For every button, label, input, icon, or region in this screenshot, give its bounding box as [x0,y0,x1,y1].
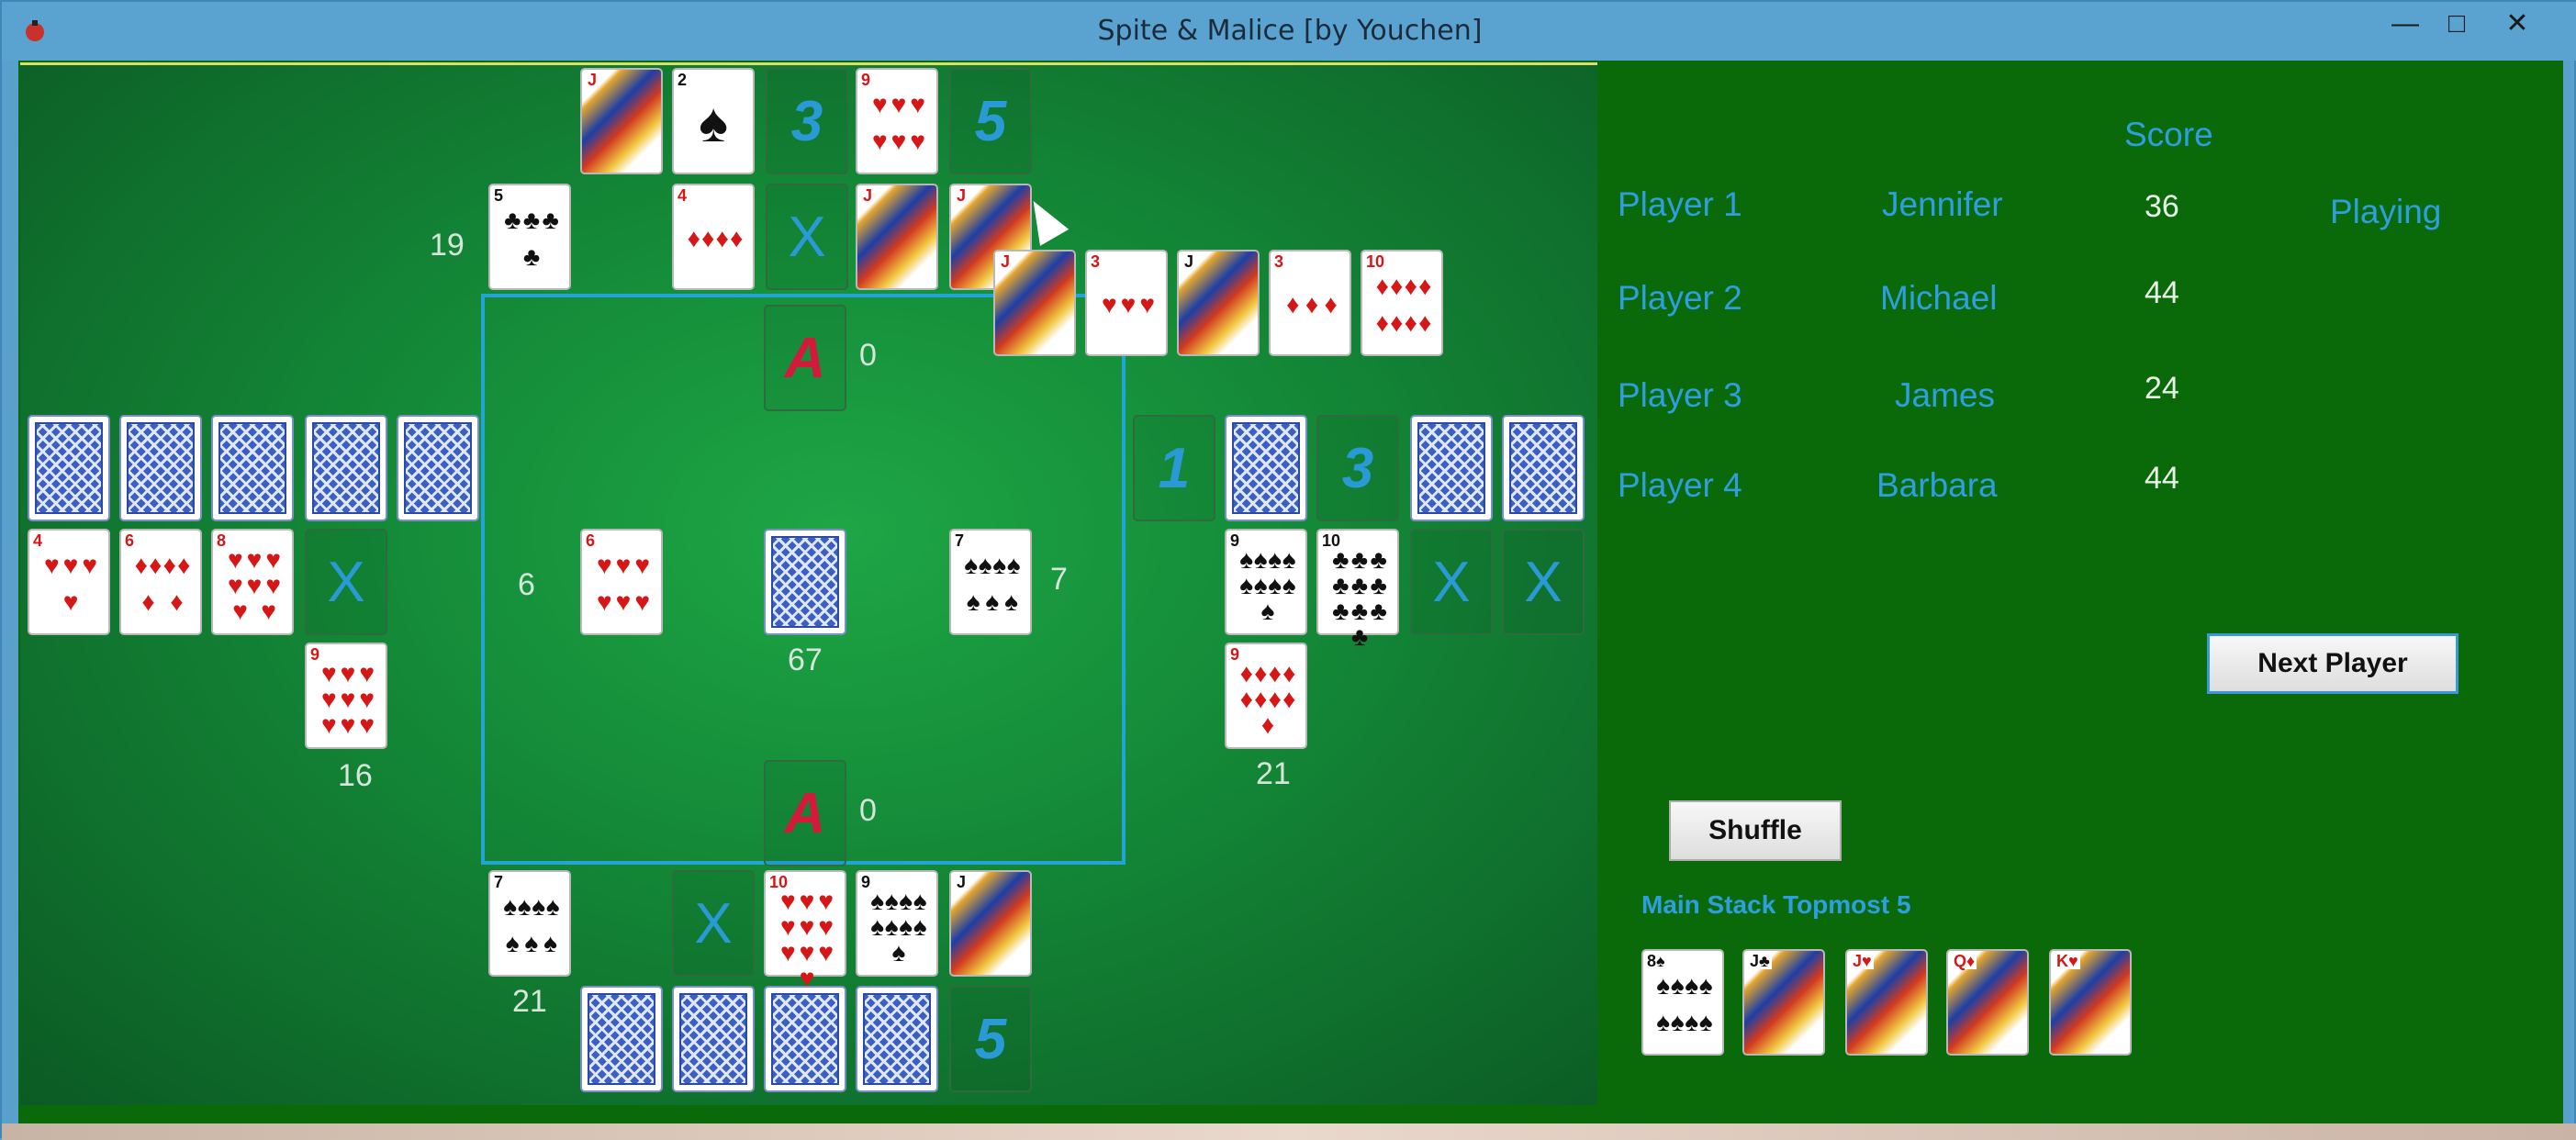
main-stack-card-3[interactable]: J♥ [1845,949,1928,1056]
bottom-player-count: 21 [512,984,547,1019]
card-right-nine-spades[interactable]: 9 ♠ ♠ ♠ ♠ ♠ ♠ ♠ ♠ ♠ [1225,529,1307,635]
left-card-back-3[interactable] [211,415,294,521]
game-window: Spite & Malice [by Youchen] — □ ✕ J 2 ♠ 3… [0,0,2576,1140]
maximize-button[interactable]: □ [2429,6,2484,42]
player-1-status: Playing [2330,193,2442,230]
bottom-card-back-1[interactable] [580,986,663,1092]
player-4-label: Player 4 [1618,466,1742,504]
card-top-five-clubs[interactable]: 5 ♣ ♣ ♣ ♣ [488,184,571,290]
window-title: Spite & Malice [by Youchen] [1097,15,1483,47]
card-bottom-jack[interactable]: J [949,870,1032,977]
bottom-card-back-4[interactable] [856,986,938,1092]
slot-top-x[interactable]: X [766,184,848,290]
hand-card-jack-2[interactable]: J [1177,250,1260,356]
player-1-name: Jennifer [1882,185,2003,223]
left-card-back-4[interactable] [305,415,387,521]
desktop-strip [2,1123,2576,1140]
card-top-jack-2[interactable]: J [856,184,938,290]
title-bar: Spite & Malice [by Youchen] — □ ✕ [2,2,2576,61]
hand-card-ten-diamonds[interactable]: 10 ♦ ♦ ♦ ♦ ♦ ♦ ♦ ♦ [1361,250,1443,356]
main-stack-card-4[interactable]: Q♦ [1946,949,2029,1056]
player-3-name: James [1895,376,1995,414]
deck-count: 67 [788,643,823,677]
player-1-label: Player 1 [1618,185,1742,223]
slot-right-x-2[interactable]: X [1502,529,1585,635]
slot-left-x[interactable]: X [305,529,387,635]
player-4-name: Barbara [1876,466,1998,504]
player-3-label: Player 3 [1618,376,1742,414]
player-2-label: Player 2 [1618,279,1742,317]
player-4-score: 44 [2145,461,2179,496]
card-right-ten-clubs[interactable]: 10 ♣ ♣ ♣ ♣ ♣ ♣ ♣ ♣ ♣ ♣ [1316,529,1399,650]
draw-deck[interactable] [764,529,846,635]
card-bottom-seven-spades[interactable]: 7 ♠ ♠ ♠ ♠ ♠ ♠ ♠ [488,870,571,977]
card-left-eight-hearts[interactable]: 8 ♥ ♥ ♥ ♥ ♥ ♥ ♥ ♥ [211,529,294,635]
card-top-jack[interactable]: J [580,68,663,174]
card-top-four-diamonds[interactable]: 4 ♦ ♦ ♦ ♦ [672,184,755,290]
right-card-back-3[interactable] [1502,415,1585,521]
next-player-button[interactable]: Next Player [2207,633,2458,694]
center-card-six-hearts[interactable]: 6 ♥ ♥ ♥ ♥ ♥ ♥ [580,529,663,635]
bottom-ace-count: 0 [859,793,877,828]
card-top-two-spades[interactable]: 2 ♠ [672,68,755,174]
score-header: Score [2124,116,2213,153]
main-stack-card-1[interactable]: 8♠ ♠ ♠ ♠ ♠ ♠ ♠ ♠ ♠ [1641,949,1724,1056]
player-3-score: 24 [2145,371,2179,406]
center-left-count: 6 [518,567,535,602]
slot-right-x-1[interactable]: X [1410,529,1493,635]
right-card-back-2[interactable] [1410,415,1493,521]
slot-one[interactable]: 1 [1133,415,1215,521]
top-player-count: 19 [430,228,465,263]
slot-five[interactable]: 5 [949,68,1032,174]
card-bottom-nine-spades[interactable]: 9 ♠ ♠ ♠ ♠ ♠ ♠ ♠ ♠ ♠ [856,870,938,977]
close-button[interactable]: ✕ [2490,6,2545,42]
slot-bottom-x[interactable]: X [672,870,755,977]
left-card-back-2[interactable] [119,415,202,521]
hand-card-jack[interactable]: J [993,250,1076,356]
player-2-name: Michael [1880,279,1998,317]
right-card-back-1[interactable] [1225,415,1307,521]
card-left-four-hearts[interactable]: 4 ♥ ♥ ♥ ♥ [28,529,110,635]
slot-right-three[interactable]: 3 [1316,415,1399,521]
table-edge [20,62,1597,65]
center-right-count: 7 [1050,562,1068,597]
minimize-button[interactable]: — [2378,6,2433,42]
slot-three[interactable]: 3 [766,68,848,174]
card-left-six-diamonds[interactable]: 6 ♦ ♦ ♦ ♦ ♦ ♦ [119,529,202,635]
bottom-card-back-3[interactable] [764,986,846,1092]
hand-card-three-hearts[interactable]: 3 ♥ ♥ ♥ [1085,250,1168,356]
top-ace-count: 0 [859,338,877,373]
left-player-count: 16 [338,758,373,793]
main-stack-label: Main Stack Topmost 5 [1641,890,1911,919]
player-1-score: 36 [2145,189,2179,224]
card-bottom-ten-hearts[interactable]: 10 ♥ ♥ ♥ ♥ ♥ ♥ ♥ ♥ ♥ ♥ [764,870,846,991]
main-stack-card-5[interactable]: K♥ [2049,949,2132,1056]
bottom-card-back-2[interactable] [672,986,755,1092]
left-card-back-1[interactable] [28,415,110,521]
shuffle-button[interactable]: Shuffle [1669,800,1842,861]
ace-slot-bottom[interactable]: A [764,760,846,866]
card-top-nine-hearts[interactable]: 9 ♥ ♥ ♥ ♥ ♥ ♥ [856,68,938,174]
hand-card-three-diamonds[interactable]: 3 ♦ ♦ ♦ [1269,250,1351,356]
card-left-nine-hearts[interactable]: 9 ♥ ♥ ♥ ♥ ♥ ♥ ♥ ♥ ♥ [305,643,387,749]
left-card-back-5[interactable] [397,415,479,521]
slot-bottom-five[interactable]: 5 [949,986,1032,1092]
player-2-score: 44 [2145,275,2179,310]
center-card-seven-spades[interactable]: 7 ♠ ♠ ♠ ♠ ♠ ♠ ♠ [949,529,1032,635]
card-right-nine-diamonds[interactable]: 9 ♦ ♦ ♦ ♦ ♦ ♦ ♦ ♦ ♦ [1225,643,1307,749]
main-stack-card-2[interactable]: J♣ [1742,949,1825,1056]
right-player-count: 21 [1256,756,1291,791]
ace-slot-top[interactable]: A [764,305,846,411]
